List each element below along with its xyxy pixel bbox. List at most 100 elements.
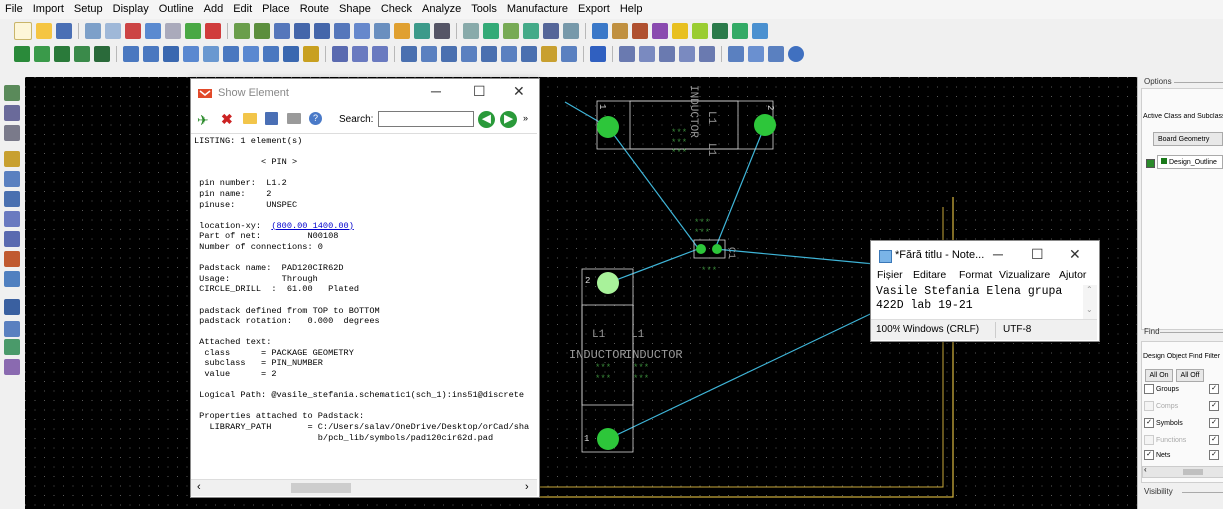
notepad-close-button[interactable]: ✕ bbox=[1069, 246, 1081, 263]
route-icon[interactable] bbox=[541, 46, 557, 62]
scroll-down-icon[interactable]: ⌄ bbox=[1086, 305, 1093, 314]
shape-icon[interactable] bbox=[503, 23, 519, 39]
highlight-icon[interactable] bbox=[672, 23, 688, 39]
add-rect-icon[interactable] bbox=[143, 46, 159, 62]
notepad-text-area[interactable]: Vasile Stefania Elena grupa 422D lab 19-… bbox=[871, 285, 1083, 319]
help-icon[interactable] bbox=[788, 46, 804, 62]
filter-symbols[interactable]: ✓ Symbols bbox=[1144, 418, 1183, 428]
bars-icon[interactable] bbox=[712, 23, 728, 39]
measure-icon[interactable] bbox=[372, 46, 388, 62]
menu-shape[interactable]: Shape bbox=[334, 0, 376, 19]
menu-export[interactable]: Export bbox=[573, 0, 615, 19]
route-icon[interactable] bbox=[4, 191, 20, 207]
menu-file[interactable]: File bbox=[0, 0, 28, 19]
route-icon[interactable] bbox=[4, 271, 20, 287]
toolbar-overflow-icon[interactable]: » bbox=[523, 113, 528, 123]
info-icon[interactable] bbox=[592, 23, 608, 39]
new-file-icon[interactable] bbox=[14, 22, 32, 40]
pin-icon[interactable]: ✈ bbox=[197, 112, 209, 129]
grid-icon[interactable] bbox=[254, 23, 270, 39]
pin-icon[interactable] bbox=[185, 23, 201, 39]
unrats-icon[interactable] bbox=[463, 23, 479, 39]
notepad-menu-edit[interactable]: Editare bbox=[913, 269, 946, 281]
print-icon[interactable] bbox=[287, 113, 301, 124]
route-icon[interactable] bbox=[4, 171, 20, 187]
layer-visibility-icon[interactable] bbox=[74, 46, 90, 62]
show-element-titlebar[interactable]: Show Element ─ ☐ ✕ bbox=[191, 79, 539, 107]
unpin-icon[interactable] bbox=[205, 23, 221, 39]
add-shape-icon[interactable] bbox=[203, 46, 219, 62]
scroll-thumb[interactable] bbox=[291, 483, 351, 493]
menu-check[interactable]: Check bbox=[376, 0, 417, 19]
save-icon[interactable] bbox=[265, 112, 278, 125]
redraw-icon[interactable] bbox=[374, 23, 390, 39]
place-icon[interactable] bbox=[4, 85, 20, 101]
route-icon[interactable] bbox=[461, 46, 477, 62]
scroll-left-icon[interactable]: ‹ bbox=[1144, 465, 1147, 474]
symbols-checkbox[interactable]: ✓ bbox=[1144, 418, 1154, 428]
filter-comps[interactable]: Comps bbox=[1144, 401, 1178, 411]
add-line-icon[interactable] bbox=[123, 46, 139, 62]
close-icon[interactable]: ✖ bbox=[221, 111, 233, 128]
route-icon[interactable] bbox=[4, 151, 20, 167]
notepad-titlebar[interactable]: *Fără titlu - Note... ─ ☐ ✕ bbox=[871, 241, 1097, 269]
route-icon[interactable] bbox=[481, 46, 497, 62]
route-icon[interactable] bbox=[421, 46, 437, 62]
place-icon[interactable] bbox=[4, 105, 20, 121]
search-prev-icon[interactable]: ◀ bbox=[478, 111, 495, 128]
measure-icon[interactable] bbox=[612, 23, 628, 39]
menu-outline[interactable]: Outline bbox=[154, 0, 199, 19]
undo-icon[interactable] bbox=[145, 23, 161, 39]
redo-icon[interactable] bbox=[165, 23, 181, 39]
fanout-icon[interactable] bbox=[639, 46, 655, 62]
scroll-left-icon[interactable]: ‹ bbox=[197, 481, 201, 493]
groups-checkbox[interactable] bbox=[1144, 384, 1154, 394]
property-icon[interactable] bbox=[728, 46, 744, 62]
drc-icon[interactable] bbox=[543, 23, 559, 39]
menu-help[interactable]: Help bbox=[615, 0, 648, 19]
menu-import[interactable]: Import bbox=[28, 0, 69, 19]
scroll-thumb[interactable] bbox=[1183, 469, 1203, 475]
comps-checkbox[interactable] bbox=[1144, 401, 1154, 411]
property-icon[interactable] bbox=[768, 46, 784, 62]
menu-display[interactable]: Display bbox=[108, 0, 154, 19]
minimize-button[interactable]: ─ bbox=[431, 83, 441, 99]
zoom-previous-icon[interactable] bbox=[354, 23, 370, 39]
add-circle-icon[interactable] bbox=[163, 46, 179, 62]
rect-icon[interactable] bbox=[4, 321, 20, 337]
report-icon[interactable] bbox=[563, 23, 579, 39]
route-icon[interactable] bbox=[441, 46, 457, 62]
sigma-icon[interactable] bbox=[732, 23, 748, 39]
location-link[interactable]: (800.00 1400.00) bbox=[271, 221, 354, 231]
open-folder-icon[interactable] bbox=[36, 23, 52, 39]
menu-place[interactable]: Place bbox=[257, 0, 295, 19]
zoom-points-icon[interactable] bbox=[274, 23, 290, 39]
notepad-menu-file[interactable]: Fișier bbox=[877, 269, 903, 281]
notepad-vertical-scrollbar[interactable]: ⌃ ⌄ bbox=[1083, 285, 1097, 319]
second-column-checkbox[interactable]: ✓ bbox=[1209, 384, 1219, 394]
notepad-minimize-button[interactable]: ─ bbox=[993, 246, 1003, 262]
route-icon[interactable] bbox=[4, 251, 20, 267]
layer-visibility-icon[interactable] bbox=[54, 46, 70, 62]
nets-checkbox[interactable]: ✓ bbox=[1144, 450, 1154, 460]
filter-functions[interactable]: Functions bbox=[1144, 435, 1186, 445]
functions-checkbox[interactable] bbox=[1144, 435, 1154, 445]
add-shape-icon[interactable] bbox=[283, 46, 299, 62]
notepad-menu-help[interactable]: Ajutor bbox=[1059, 269, 1086, 281]
fanout-icon[interactable] bbox=[679, 46, 695, 62]
filter-nets[interactable]: ✓ Nets bbox=[1144, 450, 1170, 460]
route-icon[interactable] bbox=[401, 46, 417, 62]
refresh-icon[interactable] bbox=[394, 23, 410, 39]
notepad-menu-format[interactable]: Format bbox=[959, 269, 992, 281]
dehighlight-icon[interactable] bbox=[692, 23, 708, 39]
menu-analyze[interactable]: Analyze bbox=[417, 0, 466, 19]
move-icon[interactable] bbox=[85, 23, 101, 39]
zoom-fit-icon[interactable] bbox=[334, 23, 350, 39]
route-icon[interactable] bbox=[521, 46, 537, 62]
route-icon[interactable] bbox=[4, 231, 20, 247]
add-frame-icon[interactable] bbox=[183, 46, 199, 62]
fanout-icon[interactable] bbox=[699, 46, 715, 62]
class-button[interactable]: Board Geometry bbox=[1153, 132, 1223, 146]
save-icon[interactable] bbox=[56, 23, 72, 39]
search-next-icon[interactable]: ▶ bbox=[500, 111, 517, 128]
